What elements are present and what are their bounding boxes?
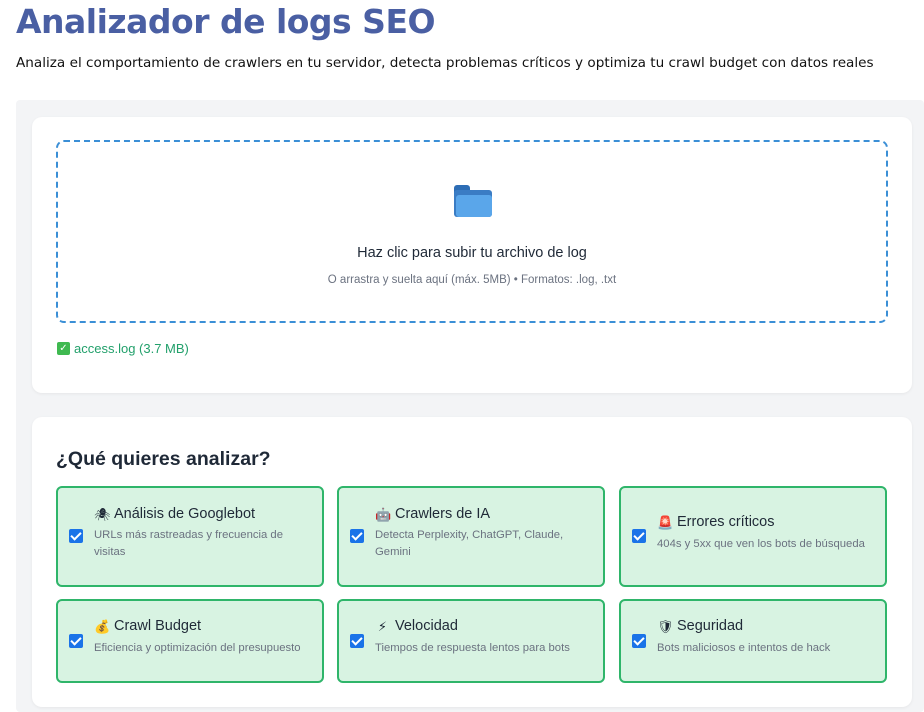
check-mark-icon: ✓ <box>57 342 70 355</box>
option-security[interactable]: 🛡 Seguridad Bots maliciosos e intentos d… <box>619 599 887 683</box>
option-ai-crawlers[interactable]: 🤖 Crawlers de IA Detecta Perplexity, Cha… <box>337 486 605 587</box>
page-subtitle: Analiza el comportamiento de crawlers en… <box>16 55 874 71</box>
critical-errors-checkbox[interactable] <box>632 529 646 543</box>
analysis-options-card: ¿Qué quieres analizar? 🕷 Análisis de Goo… <box>32 417 912 707</box>
option-speed[interactable]: ⚡ Velocidad Tiempos de respuesta lentos … <box>337 599 605 683</box>
option-label: Crawl Budget <box>114 618 202 634</box>
file-dropzone[interactable]: Haz clic para subir tu archivo de log O … <box>56 140 888 323</box>
option-label: Análisis de Googlebot <box>114 506 256 522</box>
option-critical-errors[interactable]: 🚨 Errores críticos 404s y 5xx que ven lo… <box>619 486 887 587</box>
shield-icon: 🛡 <box>657 618 674 634</box>
option-description: Bots maliciosos e intentos de hack <box>657 642 831 654</box>
option-label: Seguridad <box>677 618 744 634</box>
option-label: Crawlers de IA <box>395 506 491 522</box>
page-header: Analizador de logs SEO Analiza el compor… <box>0 0 924 72</box>
folder-icon <box>454 185 492 217</box>
option-description: URLs más rastreadas y frecuencia de visi… <box>94 529 283 558</box>
siren-icon: 🚨 <box>657 514 674 530</box>
upload-card: Haz clic para subir tu archivo de log O … <box>32 117 912 393</box>
option-crawl-budget[interactable]: 💰 Crawl Budget Eficiencia y optimización… <box>56 599 324 683</box>
robot-icon: 🤖 <box>375 506 392 522</box>
option-googlebot[interactable]: 🕷 Análisis de Googlebot URLs más rastrea… <box>56 486 324 587</box>
option-label: Errores críticos <box>677 514 775 530</box>
money-bag-icon: 💰 <box>94 618 111 634</box>
option-label: Velocidad <box>395 618 458 634</box>
main-area: Haz clic para subir tu archivo de log O … <box>16 100 924 712</box>
dropzone-hint: O arrastra y suelta aquí (máx. 5MB) • Fo… <box>327 274 617 286</box>
uploaded-file-status: ✓ access.log (3.7 MB) <box>57 341 189 356</box>
speed-checkbox[interactable] <box>350 634 364 648</box>
options-title: ¿Qué quieres analizar? <box>56 448 271 470</box>
lightning-icon: ⚡ <box>377 618 388 634</box>
option-description: Tiempos de respuesta lentos para bots <box>375 642 570 654</box>
option-description: Eficiencia y optimización del presupuest… <box>94 642 301 654</box>
uploaded-file-name: access.log (3.7 MB) <box>74 341 189 356</box>
ai-crawlers-checkbox[interactable] <box>350 529 364 543</box>
security-checkbox[interactable] <box>632 634 646 648</box>
googlebot-checkbox[interactable] <box>69 529 83 543</box>
page-title: Analizador de logs SEO <box>16 2 436 41</box>
option-description: 404s y 5xx que ven los bots de búsqueda <box>657 538 865 550</box>
spider-icon: 🕷 <box>94 506 111 522</box>
option-description: Detecta Perplexity, ChatGPT, Claude, Gem… <box>375 529 564 558</box>
crawl-budget-checkbox[interactable] <box>69 634 83 648</box>
dropzone-title: Haz clic para subir tu archivo de log <box>357 245 587 261</box>
